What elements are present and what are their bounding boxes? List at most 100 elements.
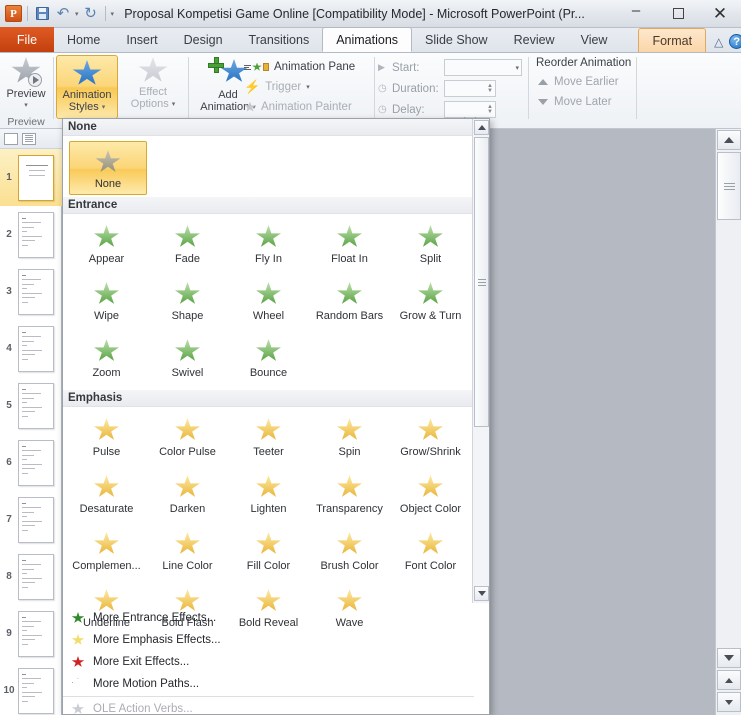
- gallery-item-object-color[interactable]: Object Color: [390, 467, 471, 524]
- maximize-button[interactable]: [657, 0, 699, 27]
- ribbon-help-controls: △ ?: [706, 34, 741, 52]
- slide-thumbnail[interactable]: 3: [0, 263, 62, 320]
- gallery-item-none[interactable]: None: [69, 141, 147, 195]
- gallery-item-font-color[interactable]: Font Color: [390, 524, 471, 581]
- gallery-scrollbar-thumb[interactable]: [474, 137, 489, 427]
- duration-input[interactable]: ▲ ▼: [444, 80, 496, 97]
- gallery-item-zoom[interactable]: Zoom: [66, 331, 147, 388]
- scroll-down-button[interactable]: [717, 648, 741, 668]
- gallery-item-random-bars[interactable]: Random Bars: [309, 274, 390, 331]
- previous-slide-button[interactable]: [717, 670, 741, 690]
- tab-transitions[interactable]: Transitions: [236, 28, 323, 52]
- gallery-item-appear[interactable]: Appear: [66, 217, 147, 274]
- menu-item-more-motion-paths[interactable]: More Motion Paths...: [63, 673, 474, 695]
- menu-item-more-exit-effects[interactable]: More Exit Effects...: [63, 651, 474, 673]
- tab-design[interactable]: Design: [171, 28, 236, 52]
- start-input[interactable]: ▾: [444, 59, 522, 76]
- gallery-item-wipe[interactable]: Wipe: [66, 274, 147, 331]
- tab-slides-icon[interactable]: [4, 132, 18, 145]
- powerpoint-logo-icon[interactable]: P: [5, 5, 22, 22]
- gallery-more-effects-menu[interactable]: More Entrance Effects... More Emphasis Ef…: [63, 604, 474, 715]
- gallery-item-line-color[interactable]: Line Color: [147, 524, 228, 581]
- slide-thumbnail[interactable]: 1: [0, 149, 62, 206]
- move-earlier-button[interactable]: Move Earlier: [532, 72, 636, 92]
- scroll-up-button[interactable]: [717, 130, 741, 150]
- move-later-button[interactable]: Move Later: [532, 92, 636, 112]
- gallery-item-complemen[interactable]: Complemen...: [66, 524, 147, 581]
- gallery-item-fill-color[interactable]: Fill Color: [228, 524, 309, 581]
- tab-outline-icon[interactable]: [22, 132, 36, 145]
- gallery-item-transparency[interactable]: Transparency: [309, 467, 390, 524]
- slide-thumbnail-list[interactable]: 1 2 3 4 5 6 7 8 9 10: [0, 149, 62, 715]
- spinner-icon[interactable]: ▲ ▼: [487, 83, 493, 94]
- emphasis-star-icon: [94, 472, 120, 502]
- gallery-item-lighten[interactable]: Lighten: [228, 467, 309, 524]
- menu-item-more-emphasis-effects[interactable]: More Emphasis Effects...: [63, 629, 474, 651]
- gallery-scroll-up-button[interactable]: [474, 120, 489, 135]
- gallery-item-grow-shrink[interactable]: Grow/Shrink: [390, 410, 471, 467]
- menu-item-more-entrance-effects[interactable]: More Entrance Effects...: [63, 607, 474, 629]
- tab-format[interactable]: Format: [638, 28, 707, 52]
- gallery-item-desaturate[interactable]: Desaturate: [66, 467, 147, 524]
- close-button[interactable]: ✕: [699, 0, 741, 27]
- gallery-item-fade[interactable]: Fade: [147, 217, 228, 274]
- animation-styles-gallery[interactable]: None None Entrance Appear Fade Fly In Float In…: [62, 118, 490, 715]
- help-icon[interactable]: ?: [729, 34, 741, 49]
- chevron-down-icon[interactable]: ▾: [24, 101, 28, 109]
- slide-vertical-scrollbar[interactable]: [715, 129, 741, 715]
- slide-thumbnail[interactable]: 9: [0, 605, 62, 662]
- gallery-item-teeter[interactable]: Teeter: [228, 410, 309, 467]
- gallery-scroll-down-button[interactable]: [474, 586, 489, 601]
- window-title: Proposal Kompetisi Game Online [Compatib…: [124, 6, 585, 21]
- animation-styles-button[interactable]: Animation Styles ▾: [56, 55, 118, 119]
- slide-thumbnail[interactable]: 6: [0, 434, 62, 491]
- slide-thumbnail[interactable]: 7: [0, 491, 62, 548]
- gallery-scrollbar[interactable]: [472, 119, 489, 603]
- entrance-star-icon: [337, 279, 363, 309]
- scrollbar-thumb[interactable]: [717, 152, 741, 220]
- gallery-item-pulse[interactable]: Pulse: [66, 410, 147, 467]
- animation-styles-line2: Styles: [68, 100, 99, 113]
- gallery-grid: Appear Fade Fly In Float In Split Wipe Shape Wh…: [63, 214, 489, 390]
- animation-pane-button[interactable]: Animation Pane: [240, 57, 370, 77]
- spinner-icon[interactable]: ▲ ▼: [487, 104, 493, 115]
- gallery-item-swivel[interactable]: Swivel: [147, 331, 228, 388]
- gallery-item-float-in[interactable]: Float In: [309, 217, 390, 274]
- next-slide-button[interactable]: [717, 692, 741, 712]
- slide-thumbnail[interactable]: 10: [0, 662, 62, 715]
- minimize-button[interactable]: –: [615, 0, 657, 27]
- save-icon[interactable]: [33, 5, 51, 23]
- tab-animations[interactable]: Animations: [322, 27, 413, 52]
- tab-slide-show[interactable]: Slide Show: [412, 28, 501, 52]
- animation-painter-button[interactable]: Animation Painter: [240, 97, 370, 117]
- trigger-button[interactable]: ⚡ Trigger ▾: [240, 77, 370, 97]
- start-label: Start:: [392, 61, 420, 74]
- collapse-ribbon-icon[interactable]: △: [714, 35, 723, 49]
- gallery-item-darken[interactable]: Darken: [147, 467, 228, 524]
- gallery-item-fly-in[interactable]: Fly In: [228, 217, 309, 274]
- undo-dropdown-icon[interactable]: ▾: [75, 10, 79, 18]
- gallery-item-wheel[interactable]: Wheel: [228, 274, 309, 331]
- gallery-item-brush-color[interactable]: Brush Color: [309, 524, 390, 581]
- slide-thumbnail[interactable]: 5: [0, 377, 62, 434]
- tab-view[interactable]: View: [568, 28, 621, 52]
- tab-review[interactable]: Review: [501, 28, 568, 52]
- duration-field-row[interactable]: ◷ Duration: ▲ ▼: [378, 78, 528, 99]
- tab-home[interactable]: Home: [54, 28, 113, 52]
- gallery-item-grow-turn[interactable]: Grow & Turn: [390, 274, 471, 331]
- gallery-item-bounce[interactable]: Bounce: [228, 331, 309, 388]
- gallery-item-shape[interactable]: Shape: [147, 274, 228, 331]
- slide-thumbnail[interactable]: 4: [0, 320, 62, 377]
- gallery-item-spin[interactable]: Spin: [309, 410, 390, 467]
- gallery-section-header: None: [63, 119, 489, 136]
- slide-thumbnail[interactable]: 8: [0, 548, 62, 605]
- gallery-item-split[interactable]: Split: [390, 217, 471, 274]
- start-field-row[interactable]: ▶ Start: ▾: [378, 57, 528, 78]
- undo-icon[interactable]: ↶: [54, 5, 72, 23]
- preview-button[interactable]: Preview ▾: [0, 53, 52, 115]
- slide-number: 10: [3, 685, 15, 696]
- gallery-item-color-pulse[interactable]: Color Pulse: [147, 410, 228, 467]
- tab-insert[interactable]: Insert: [113, 28, 170, 52]
- slide-thumbnail[interactable]: 2: [0, 206, 62, 263]
- tab-file[interactable]: File: [0, 27, 54, 52]
